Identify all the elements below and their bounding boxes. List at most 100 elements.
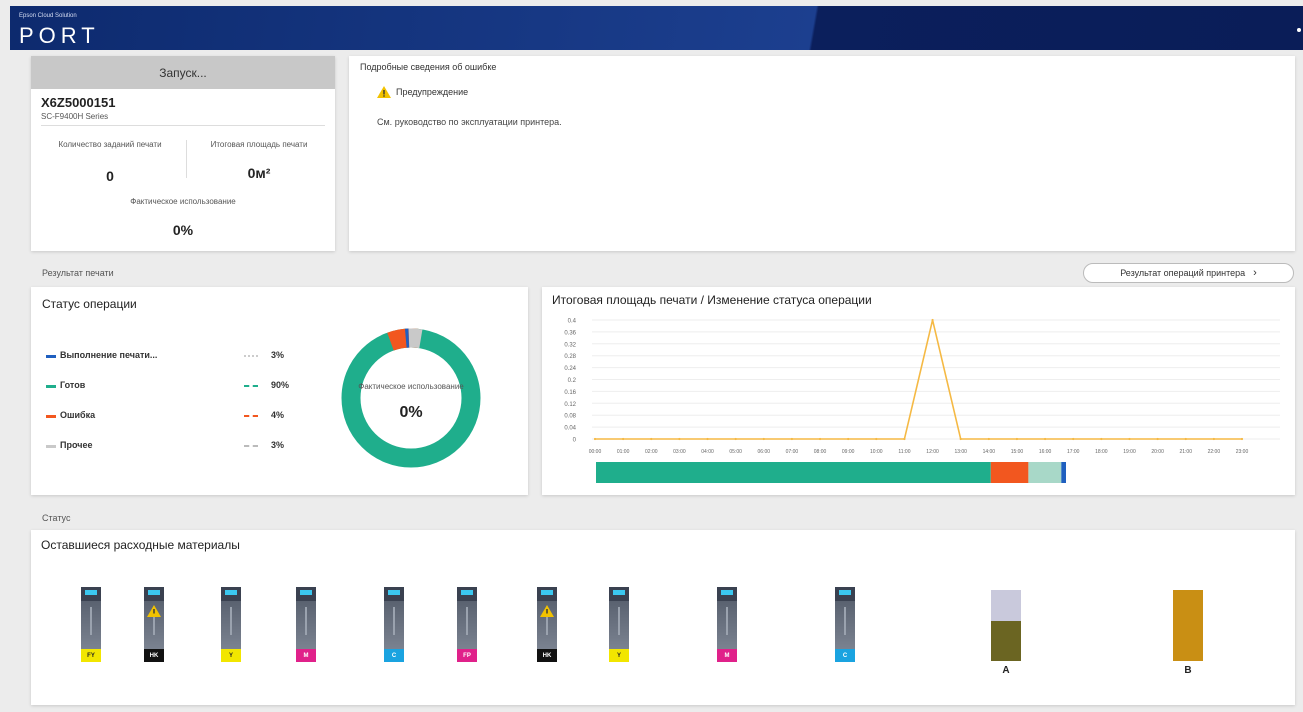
device-state-bar: Запуск... bbox=[31, 56, 335, 89]
ink-color-label: Y bbox=[609, 649, 629, 662]
data-point bbox=[1100, 437, 1103, 441]
legend-name: Готов bbox=[60, 380, 86, 390]
data-point bbox=[1072, 437, 1075, 441]
legend-percent: 4% bbox=[271, 410, 285, 420]
ink-color-label: C bbox=[835, 649, 855, 662]
app-header: Epson Cloud Solution PORT bbox=[10, 6, 1303, 50]
error-details-title: Подробные сведения об ошибке bbox=[360, 62, 497, 72]
data-point bbox=[593, 437, 597, 441]
warning-icon bbox=[377, 86, 391, 98]
status-bar-segment bbox=[1028, 462, 1062, 483]
legend-item[interactable]: Готов 90% bbox=[46, 380, 316, 394]
cartridge-body bbox=[221, 601, 241, 649]
y-tick-label: 0.28 bbox=[564, 354, 576, 360]
device-card[interactable]: Запуск... X6Z5000151 SC-F9400H Series Ко… bbox=[31, 56, 335, 251]
ink-cartridge[interactable]: Y bbox=[609, 587, 629, 664]
ink-color-label: Y bbox=[221, 649, 241, 662]
legend-item[interactable]: Выполнение печати... 3% bbox=[46, 350, 316, 364]
legend-name: Ошибка bbox=[60, 410, 96, 420]
x-tick-label: 18:00 bbox=[1095, 449, 1108, 455]
cartridge-cap bbox=[835, 587, 855, 601]
y-tick-label: 0.2 bbox=[568, 378, 577, 384]
ink-cartridge[interactable]: HK bbox=[144, 587, 164, 664]
ink-color-label: FY bbox=[81, 649, 101, 662]
legend-item[interactable]: Ошибка 4% bbox=[46, 410, 316, 424]
print-area-chart-card: Итоговая площадь печати / Изменение стат… bbox=[542, 287, 1295, 495]
cartridge-cap bbox=[81, 587, 101, 601]
x-tick-label: 03:00 bbox=[673, 449, 686, 455]
y-tick-label: 0.24 bbox=[564, 366, 576, 372]
cartridge-cap bbox=[144, 587, 164, 601]
x-tick-label: 11:00 bbox=[898, 449, 910, 455]
x-tick-label: 07:00 bbox=[786, 449, 799, 455]
y-tick-label: 0 bbox=[573, 438, 577, 444]
data-point bbox=[1015, 437, 1019, 441]
ink-cartridge[interactable]: C bbox=[384, 587, 404, 664]
data-point bbox=[790, 437, 794, 441]
x-tick-label: 08:00 bbox=[814, 449, 827, 455]
ink-cartridge[interactable]: Y bbox=[221, 587, 241, 664]
ink-cartridge[interactable]: C bbox=[835, 587, 855, 664]
legend-swatch bbox=[46, 355, 56, 358]
x-tick-label: 22:00 bbox=[1208, 449, 1221, 455]
cartridge-cap bbox=[221, 587, 241, 601]
legend-swatch bbox=[46, 385, 56, 388]
legend-line bbox=[244, 355, 258, 357]
y-tick-label: 0.36 bbox=[564, 330, 576, 336]
ink-color-label: HK bbox=[537, 649, 557, 662]
data-point bbox=[1212, 437, 1215, 441]
donut-center-label: Фактическое использование bbox=[358, 382, 464, 391]
port-logo[interactable]: PORT bbox=[19, 23, 100, 49]
data-point bbox=[650, 437, 653, 441]
printer-results-button[interactable]: Результат операций принтера › bbox=[1083, 263, 1294, 283]
cartridge-body bbox=[717, 601, 737, 649]
error-details-card: Подробные сведения об ошибке Предупрежде… bbox=[349, 56, 1295, 251]
y-tick-label: 0.4 bbox=[568, 319, 577, 325]
maintenance-tank[interactable] bbox=[991, 590, 1021, 661]
ink-cartridge[interactable]: FY bbox=[81, 587, 101, 664]
x-tick-label: 01:00 bbox=[617, 449, 630, 455]
x-tick-label: 16:00 bbox=[1039, 449, 1052, 455]
cartridge-cap bbox=[296, 587, 316, 601]
printer-results-button-label: Результат операций принтера bbox=[1120, 268, 1246, 278]
legend-item[interactable]: Прочее 3% bbox=[46, 440, 316, 454]
data-point bbox=[622, 437, 625, 441]
cartridge-body bbox=[81, 601, 101, 649]
ink-cartridge[interactable]: FP bbox=[457, 587, 477, 664]
data-point bbox=[1128, 437, 1131, 441]
divider bbox=[41, 125, 325, 126]
data-point bbox=[762, 437, 765, 441]
data-point bbox=[706, 437, 709, 441]
y-tick-label: 0.08 bbox=[564, 414, 576, 420]
warning-label: Предупреждение bbox=[396, 87, 469, 97]
ink-cartridge[interactable]: M bbox=[717, 587, 737, 664]
data-point bbox=[847, 437, 850, 441]
legend-line bbox=[244, 385, 258, 387]
cartridge-cap bbox=[717, 587, 737, 601]
cartridge-body bbox=[384, 601, 404, 649]
warning-row: Предупреждение bbox=[377, 86, 468, 98]
x-tick-label: 17:00 bbox=[1067, 449, 1080, 455]
legend-name: Выполнение печати... bbox=[60, 350, 158, 360]
data-point bbox=[1184, 437, 1187, 441]
cartridge-cap bbox=[384, 587, 404, 601]
header-menu-icon[interactable] bbox=[1297, 28, 1301, 32]
line-chart[interactable]: 0 0.04 0.08 0.12 0.16 0.2 0.24 0.28 0.32 0.36 0.4 0… bbox=[542, 287, 1295, 495]
x-tick-label: 09:00 bbox=[842, 449, 855, 455]
status-section-label: Статус bbox=[42, 513, 71, 523]
chevron-right-icon: › bbox=[1253, 267, 1257, 279]
x-tick-label: 02:00 bbox=[645, 449, 658, 455]
maintenance-tank[interactable] bbox=[1173, 590, 1203, 661]
data-point bbox=[818, 437, 822, 441]
print-area-value: 0м² bbox=[247, 165, 271, 181]
header-subtitle: Epson Cloud Solution bbox=[19, 13, 77, 19]
data-point bbox=[1156, 437, 1159, 441]
x-tick-label: 20:00 bbox=[1151, 449, 1164, 455]
print-jobs-value: 0 bbox=[106, 168, 114, 184]
cartridge-body bbox=[296, 601, 316, 649]
ink-cartridge[interactable]: M bbox=[296, 587, 316, 664]
ink-color-label: M bbox=[717, 649, 737, 662]
legend-swatch bbox=[46, 445, 56, 448]
x-tick-label: 15:00 bbox=[1011, 449, 1024, 455]
ink-cartridge[interactable]: HK bbox=[537, 587, 557, 664]
